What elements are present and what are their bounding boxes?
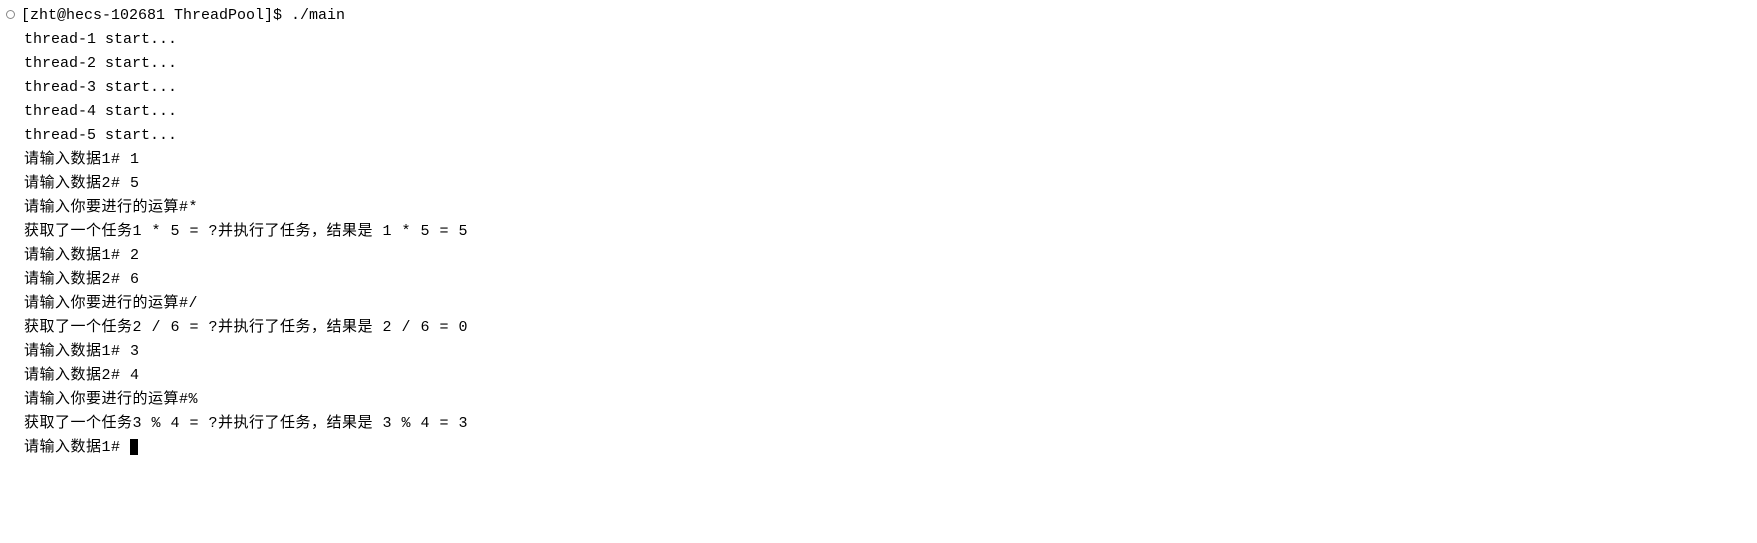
terminal-output-line: 获取了一个任务3 % 4 = ?并执行了任务，结果是 3 % 4 = 3: [0, 412, 1757, 436]
terminal-output-line: 请输入数据1# 2: [0, 244, 1757, 268]
terminal-output-line: 请输入数据2# 5: [0, 172, 1757, 196]
terminal-output-line: 获取了一个任务1 * 5 = ?并执行了任务，结果是 1 * 5 = 5: [0, 220, 1757, 244]
terminal-output-line: 请输入数据1# 1: [0, 148, 1757, 172]
terminal-output-line: thread-2 start...: [0, 52, 1757, 76]
terminal-output-line: 请输入你要进行的运算#*: [0, 196, 1757, 220]
terminal-output-line: thread-3 start...: [0, 76, 1757, 100]
cursor-icon: [130, 439, 138, 455]
terminal-output-line: 请输入你要进行的运算#%: [0, 388, 1757, 412]
terminal-output-line: thread-1 start...: [0, 28, 1757, 52]
terminal-output-line: thread-4 start...: [0, 100, 1757, 124]
terminal-output-line: thread-5 start...: [0, 124, 1757, 148]
terminal-input-line[interactable]: 请输入数据1#: [0, 436, 1757, 460]
terminal-prompt-line[interactable]: [zht@hecs-102681 ThreadPool]$ ./main: [0, 4, 1757, 28]
terminal-output-line: 请输入数据1# 3: [0, 340, 1757, 364]
terminal-output-line: 请输入数据2# 4: [0, 364, 1757, 388]
input-prompt-text: 请输入数据1#: [24, 439, 130, 456]
terminal-output-line: 获取了一个任务2 / 6 = ?并执行了任务，结果是 2 / 6 = 0: [0, 316, 1757, 340]
terminal-output-line: 请输入你要进行的运算#/: [0, 292, 1757, 316]
terminal-output-line: 请输入数据2# 6: [0, 268, 1757, 292]
prompt-indicator-icon: [6, 10, 15, 19]
prompt-text: [zht@hecs-102681 ThreadPool]$ ./main: [21, 7, 345, 24]
